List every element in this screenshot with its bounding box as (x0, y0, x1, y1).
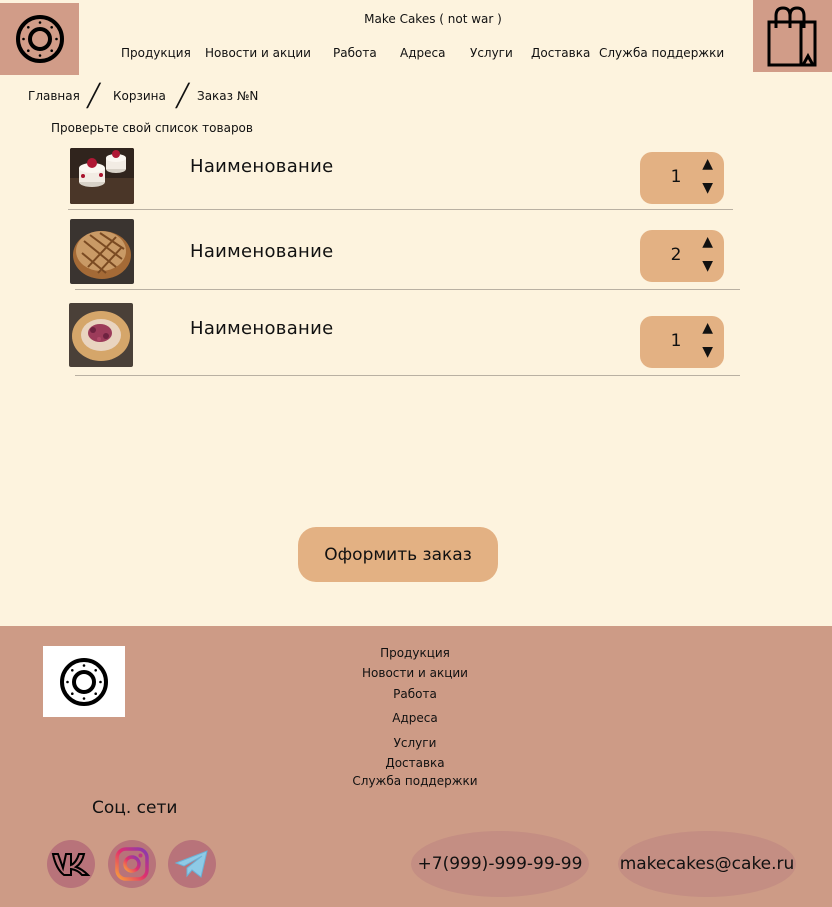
phone-link[interactable]: +7(999)-999-99-99 (411, 831, 589, 897)
quantity-stepper[interactable]: 1 ▲ ▼ (640, 152, 724, 204)
breadcrumb-home[interactable]: Главная (28, 89, 80, 103)
place-order-button[interactable]: Оформить заказ (298, 527, 498, 582)
decrement-arrow-icon[interactable]: ▼ (702, 181, 713, 195)
nav-services[interactable]: Услуги (470, 46, 513, 60)
footer-nav-products[interactable]: Продукция (0, 646, 830, 660)
footer-nav-addresses[interactable]: Адреса (0, 711, 830, 725)
footer-nav-support[interactable]: Служба поддержки (0, 774, 830, 788)
cart-button[interactable] (753, 0, 832, 72)
breadcrumb-order: Заказ №N (197, 89, 259, 103)
nav-delivery[interactable]: Доставка (531, 46, 590, 60)
telegram-icon (174, 850, 208, 878)
nav-jobs[interactable]: Работа (333, 46, 377, 60)
decrement-arrow-icon[interactable]: ▼ (702, 259, 713, 273)
item-name: Наименование (190, 241, 334, 262)
product-image-galette[interactable] (69, 303, 133, 367)
increment-arrow-icon[interactable]: ▲ (702, 157, 713, 171)
breadcrumb-separator: ╱ (87, 84, 101, 109)
quantity-stepper[interactable]: 2 ▲ ▼ (640, 230, 724, 282)
footer-nav-news[interactable]: Новости и акции (0, 666, 830, 680)
email-link[interactable]: makecakes@cake.ru (618, 831, 796, 897)
site-title: Make Cakes ( not war ) (364, 12, 502, 26)
cart-subtitle: Проверьте свой список товаров (51, 121, 253, 135)
product-image-bread[interactable] (70, 219, 134, 284)
item-name: Наименование (190, 156, 334, 177)
footer: Продукция Новости и акции Работа Адреса … (0, 626, 832, 907)
shopping-bag-icon (767, 6, 816, 67)
quantity-value: 1 (670, 167, 682, 187)
vk-icon (51, 853, 91, 876)
breadcrumb-separator: ╱ (176, 84, 190, 109)
footer-nav-jobs[interactable]: Работа (0, 687, 830, 701)
social-title: Соц. сети (92, 798, 178, 818)
nav-products[interactable]: Продукция (121, 46, 191, 60)
quantity-value: 2 (670, 245, 682, 265)
breadcrumb-cart[interactable]: Корзина (113, 89, 166, 103)
footer-nav-delivery[interactable]: Доставка (0, 756, 830, 770)
product-image-tartlets[interactable] (70, 148, 134, 204)
increment-arrow-icon[interactable]: ▲ (702, 235, 713, 249)
row-divider (68, 209, 733, 210)
nav-support[interactable]: Служба поддержки (599, 46, 724, 60)
decrement-arrow-icon[interactable]: ▼ (702, 345, 713, 359)
instagram-icon (115, 847, 149, 881)
item-name: Наименование (190, 318, 334, 339)
telegram-link[interactable] (168, 840, 216, 888)
footer-nav-services[interactable]: Услуги (0, 736, 830, 750)
quantity-value: 1 (670, 331, 682, 351)
row-divider (75, 375, 740, 376)
quantity-stepper[interactable]: 1 ▲ ▼ (640, 316, 724, 368)
instagram-link[interactable] (108, 840, 156, 888)
increment-arrow-icon[interactable]: ▲ (702, 321, 713, 335)
row-divider (75, 289, 740, 290)
nav-news[interactable]: Новости и акции (205, 46, 311, 60)
vk-link[interactable] (47, 840, 95, 888)
nav-addresses[interactable]: Адреса (400, 46, 445, 60)
